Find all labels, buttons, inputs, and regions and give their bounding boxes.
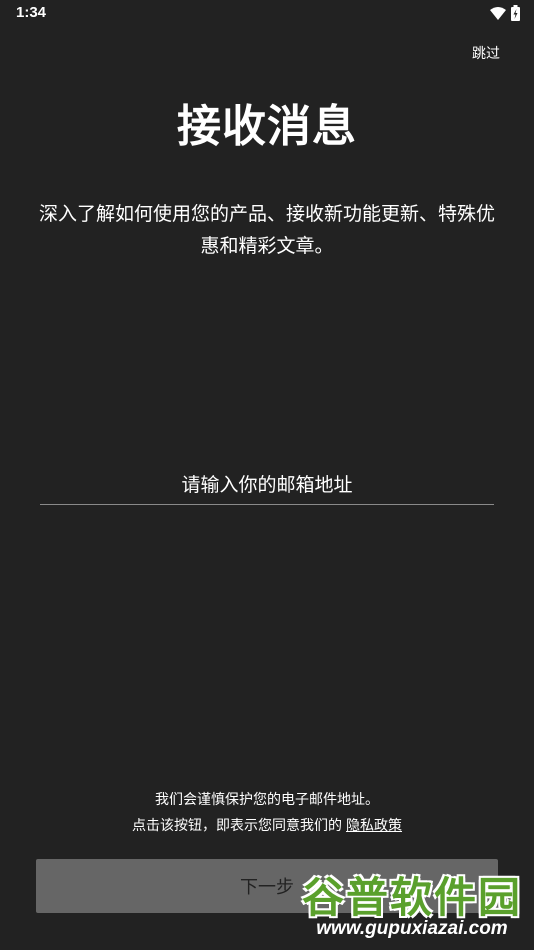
privacy-policy-link[interactable]: 隐私政策 bbox=[346, 818, 402, 834]
privacy-consent-text: 点击该按钮，即表示您同意我们的 bbox=[132, 818, 342, 834]
skip-button[interactable]: 跳过 bbox=[472, 43, 500, 63]
privacy-note-line2: 点击该按钮，即表示您同意我们的 隐私政策 bbox=[0, 813, 534, 839]
status-icons bbox=[490, 5, 520, 21]
battery-charging-icon bbox=[511, 5, 520, 21]
email-field[interactable] bbox=[40, 466, 494, 505]
status-bar: 1:34 bbox=[0, 0, 534, 28]
privacy-note: 我们会谨慎保护您的电子邮件地址。 点击该按钮，即表示您同意我们的 隐私政策 bbox=[0, 787, 534, 839]
privacy-note-line1: 我们会谨慎保护您的电子邮件地址。 bbox=[155, 792, 379, 808]
watermark-url: www.gupuxiazai.com bbox=[316, 918, 508, 939]
watermark-logo: 谷普软件园 www.gupuxiazai.com bbox=[294, 862, 530, 946]
status-time: 1:34 bbox=[16, 4, 47, 21]
watermark-text: 谷普软件园 bbox=[301, 873, 522, 922]
page-description: 深入了解如何使用您的产品、接收新功能更新、特殊优惠和精彩文章。 bbox=[38, 203, 495, 257]
page-title: 接收消息 bbox=[177, 101, 357, 152]
wifi-icon bbox=[490, 6, 506, 20]
